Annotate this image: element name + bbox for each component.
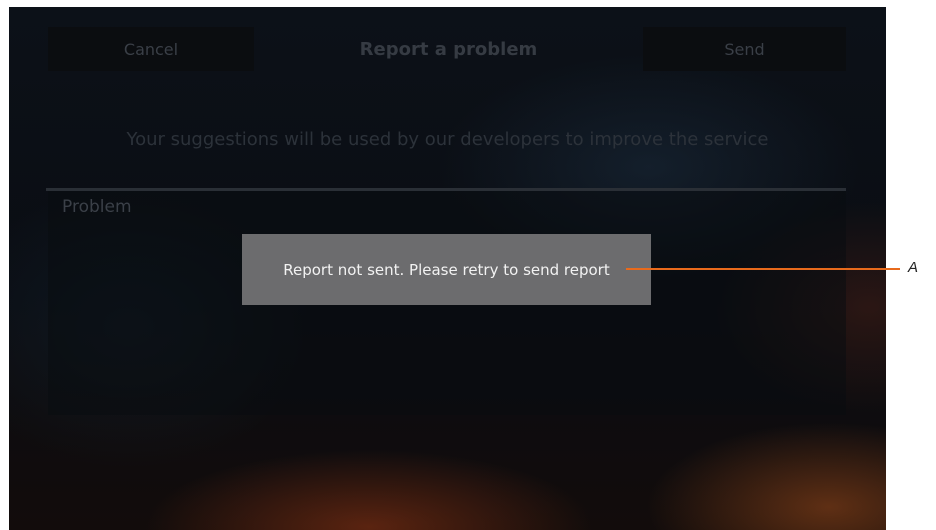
send-button[interactable]: Send [643,27,846,71]
page-title: Report a problem [359,38,538,60]
cancel-button[interactable]: Cancel [48,27,254,71]
toast-message: Report not sent. Please retry to send re… [283,260,610,279]
error-toast: Report not sent. Please retry to send re… [242,234,651,305]
subtitle-text: Your suggestions will be used by our dev… [126,129,769,150]
callout-line [626,268,900,270]
callout-label: A [908,259,919,276]
problem-placeholder: Problem [62,197,132,217]
